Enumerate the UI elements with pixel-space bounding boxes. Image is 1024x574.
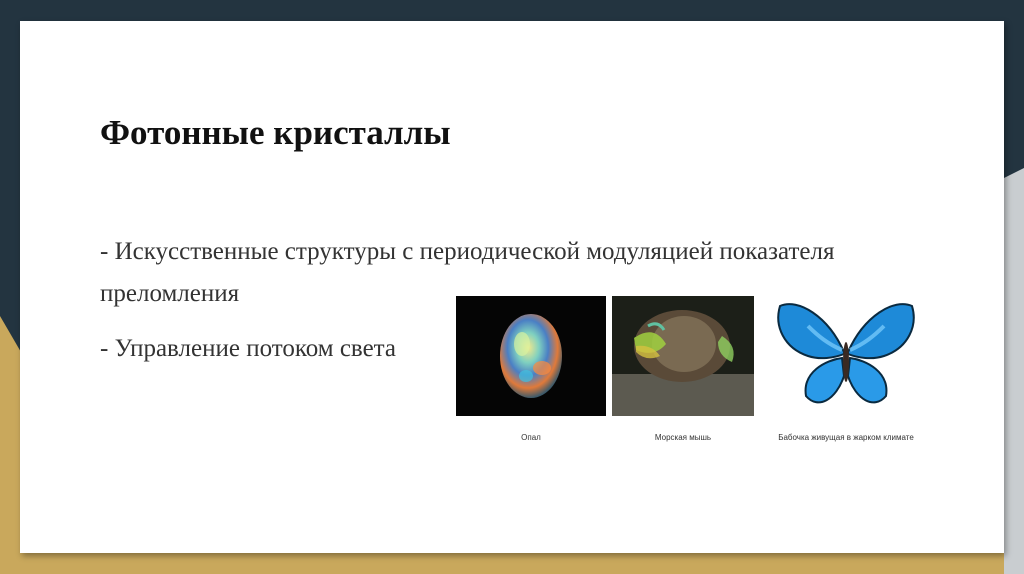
opal-caption: Опал	[521, 433, 541, 442]
sea-mouse-photo	[612, 296, 754, 416]
opal-photo	[456, 296, 606, 416]
butterfly-caption: Бабочка живущая в жарком климате	[778, 433, 914, 442]
butterfly-photo	[768, 296, 924, 416]
slide-title: Фотонные кристаллы	[100, 113, 451, 152]
sea-mouse-caption: Морская мышь	[654, 433, 712, 442]
slide-canvas: Фотонные кристаллы - Искусственные струк…	[20, 21, 1004, 553]
